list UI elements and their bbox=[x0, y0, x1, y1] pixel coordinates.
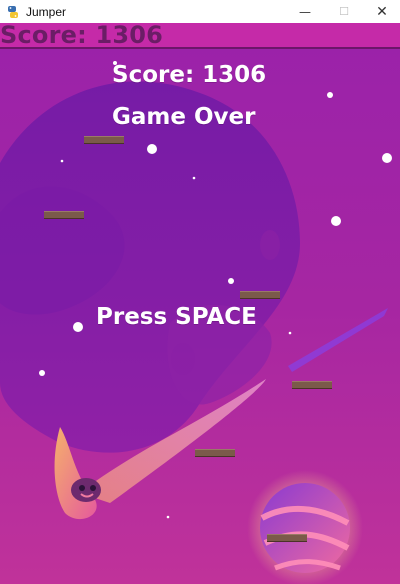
game-canvas[interactable]: Score: 1306 Score: 1306 Game Over Press … bbox=[0, 23, 400, 584]
platform bbox=[240, 291, 280, 299]
title-bar: Jumper — ☐ ✕ bbox=[0, 0, 400, 23]
close-icon: ✕ bbox=[376, 3, 388, 20]
platform bbox=[195, 449, 235, 457]
final-score-text: Score: 1306 bbox=[112, 62, 267, 88]
game-over-text: Game Over bbox=[112, 104, 256, 130]
minimize-icon: — bbox=[299, 4, 311, 19]
minimize-button[interactable]: — bbox=[286, 0, 324, 23]
game-window: Jumper — ☐ ✕ Score: 1306 Score: 1306 Gam… bbox=[0, 0, 400, 584]
window-title: Jumper bbox=[26, 4, 67, 19]
maximize-icon: ☐ bbox=[339, 5, 349, 18]
hud-score: Score: 1306 bbox=[0, 23, 164, 49]
platform bbox=[84, 136, 124, 144]
platform bbox=[292, 381, 332, 389]
python-icon bbox=[6, 5, 20, 19]
maximize-button[interactable]: ☐ bbox=[325, 0, 363, 23]
platform bbox=[44, 211, 84, 219]
platform bbox=[267, 534, 307, 542]
close-button[interactable]: ✕ bbox=[363, 0, 400, 23]
press-space-prompt: Press SPACE bbox=[96, 304, 257, 330]
